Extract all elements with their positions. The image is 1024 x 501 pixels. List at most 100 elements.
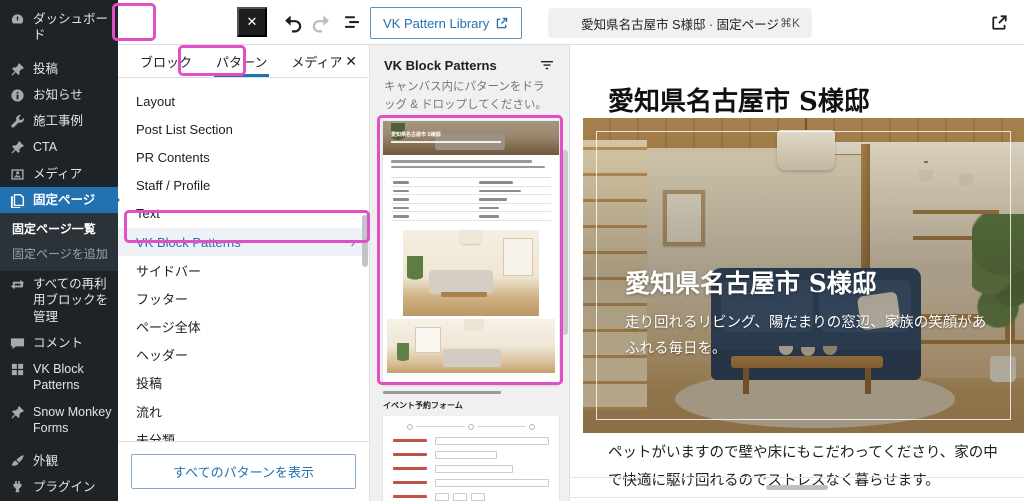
undo-icon[interactable]: [281, 11, 303, 33]
category-layout[interactable]: Layout: [118, 87, 369, 115]
pin-icon: [10, 140, 25, 155]
chevron-right-icon: ›: [351, 235, 355, 250]
post-title[interactable]: 愛知県名古屋市 S様邸: [608, 81, 870, 118]
inserter-footer: すべてのパターンを表示: [118, 441, 369, 501]
plugin-icon: [10, 480, 25, 495]
pattern2-caption-line: [383, 391, 501, 394]
show-all-patterns-button[interactable]: すべてのパターンを表示: [131, 454, 356, 489]
pin-icon: [10, 62, 25, 77]
dashboard-icon: [10, 12, 25, 27]
grid-icon: [10, 362, 25, 377]
pattern-preview-case-study[interactable]: 愛知県名古屋市 S様邸: [383, 121, 559, 385]
sidebar-item-posts[interactable]: 投稿: [0, 56, 118, 82]
inserter-tabs: ブロック パターン メディア ✕: [118, 45, 369, 78]
editor-canvas[interactable]: 愛知県名古屋市 S様邸 愛知県名古屋市 S様邸 走り回れるリビング、陽だまりの窓…: [570, 45, 1024, 501]
close-editor-button[interactable]: ✕: [237, 7, 267, 37]
sidebar-item-dashboard[interactable]: ダッシュボード: [0, 6, 118, 49]
category-post-list-section[interactable]: Post List Section: [118, 115, 369, 143]
info-icon: [10, 88, 25, 103]
category-posts[interactable]: 投稿: [118, 369, 369, 397]
sidebar-item-reusable-blocks[interactable]: すべての再利用ブロックを管理: [0, 271, 118, 330]
media-icon: [10, 167, 25, 182]
sidebar-item-label: メディア: [33, 166, 82, 182]
category-text[interactable]: Text: [118, 200, 369, 228]
form-stepper: [393, 424, 549, 430]
category-whole-page[interactable]: ページ全体: [118, 313, 369, 341]
sidebar-item-label: VK Block Patterns: [33, 361, 112, 394]
filter-icon[interactable]: [539, 57, 555, 73]
category-footer[interactable]: フッター: [118, 284, 369, 312]
tab-blocks[interactable]: ブロック: [128, 45, 204, 77]
sidebar-item-plugins[interactable]: プラグイン: [0, 474, 118, 500]
sidebar-item-appearance[interactable]: 外観: [0, 448, 118, 474]
submenu-item-page-list[interactable]: 固定ページ一覧: [0, 216, 118, 241]
sidebar-item-cta[interactable]: CTA: [0, 134, 118, 160]
sidebar-item-snow-monkey-forms[interactable]: Snow Monkey Forms: [0, 399, 118, 442]
sidebar-item-label: 施工事例: [33, 113, 83, 129]
sidebar-item-label: お知らせ: [33, 87, 83, 103]
vk-panel-header: VK Block Patterns: [370, 45, 569, 77]
block-separator: [570, 477, 1024, 478]
pattern-preview-event-form[interactable]: イベント予約フォーム: [383, 391, 559, 501]
hero-subtitle: 走り回れるリビング、陽だまりの窓辺、家族の笑顔があふれる毎日を。: [625, 310, 997, 362]
sidebar-separator: [0, 441, 118, 448]
inserter-scrollbar[interactable]: [362, 215, 368, 267]
pattern-category-list: Layout Post List Section PR Contents Sta…: [118, 78, 369, 453]
sidebar-item-media[interactable]: メディア: [0, 161, 118, 187]
wp-admin-sidebar: ダッシュボード 投稿 お知らせ 施工事例 CTA メディア 固定ページ 固定ペー…: [0, 0, 118, 501]
sidebar-item-news[interactable]: お知らせ: [0, 82, 118, 108]
category-pr-contents[interactable]: PR Contents: [118, 143, 369, 171]
vk-block-patterns-panel: VK Block Patterns キャンバス内にパターンをドラッグ & ドロッ…: [370, 45, 570, 501]
pattern-mini-photo-interior: [387, 319, 555, 373]
pages-submenu: 固定ページ一覧 固定ページを追加: [0, 213, 118, 271]
pattern-mini-table: [391, 177, 551, 221]
close-inserter-icon[interactable]: ✕: [345, 53, 357, 70]
pattern-mini-text: [383, 155, 559, 173]
category-staff-profile[interactable]: Staff / Profile: [118, 172, 369, 200]
gutenberg-editor-window: ダッシュボード 投稿 お知らせ 施工事例 CTA メディア 固定ページ 固定ペー…: [0, 0, 1024, 501]
sidebar-item-label: コメント: [33, 335, 83, 351]
category-vk-block-patterns[interactable]: VK Block Patterns ›: [118, 228, 369, 256]
document-title: 愛知県名古屋市 S様邸 · 固定ページ: [581, 14, 779, 33]
pattern-mini-hero-image: 愛知県名古屋市 S様邸: [383, 121, 559, 155]
tab-patterns[interactable]: パターン: [204, 45, 279, 77]
sidebar-item-label: 固定ページ: [33, 192, 95, 208]
wrench-icon: [10, 114, 25, 129]
view-site-icon[interactable]: [990, 13, 1012, 35]
comment-icon: [10, 336, 25, 351]
submenu-item-add-page[interactable]: 固定ページを追加: [0, 241, 118, 266]
inserter-panel: ブロック パターン メディア ✕ Layout Post List Sectio…: [118, 45, 370, 501]
sidebar-item-label: 投稿: [33, 61, 58, 77]
brush-icon: [10, 454, 25, 469]
hero-cover-block[interactable]: 愛知県名古屋市 S様邸 走り回れるリビング、陽だまりの窓辺、家族の笑顔があふれる…: [583, 118, 1024, 433]
patterns-panel-scrollbar[interactable]: [562, 150, 568, 335]
category-flow[interactable]: 流れ: [118, 397, 369, 425]
hero-title: 愛知県名古屋市 S様邸: [625, 264, 877, 300]
sidebar-item-label: Snow Monkey Forms: [33, 404, 112, 437]
redo-icon[interactable]: [311, 11, 333, 33]
vk-panel-title: VK Block Patterns: [384, 58, 497, 73]
tab-media[interactable]: メディア: [279, 45, 354, 77]
sidebar-item-works[interactable]: 施工事例: [0, 108, 118, 134]
repeat-icon: [10, 277, 25, 292]
editor-top-bar: ✕ VK Pattern Library 愛知県名古屋市 S様邸 · 固定ページ…: [118, 0, 1024, 45]
command-shortcut: ⌘K: [780, 16, 800, 30]
sidebar-item-comments[interactable]: コメント: [0, 330, 118, 356]
pattern-mini-photo-living-room: [403, 230, 539, 316]
command-center-bar[interactable]: 愛知県名古屋市 S様邸 · 固定ページ ⌘K: [548, 8, 812, 38]
category-header[interactable]: ヘッダー: [118, 341, 369, 369]
pattern-mini-hero-title: 愛知県名古屋市 S様邸: [391, 131, 441, 138]
sidebar-item-pages[interactable]: 固定ページ: [0, 187, 118, 213]
pages-icon: [10, 193, 25, 208]
category-sidebar[interactable]: サイドバー: [118, 256, 369, 284]
sidebar-item-vk-block-patterns[interactable]: VK Block Patterns: [0, 356, 118, 399]
drag-drop-instruction: キャンバス内にパターンをドラッグ & ドロップしてください。: [370, 77, 569, 115]
list-view-icon[interactable]: [341, 11, 363, 33]
sidebar-item-label: CTA: [33, 139, 57, 155]
sidebar-item-label: すべての再利用ブロックを管理: [33, 276, 112, 325]
vk-pattern-library-button[interactable]: VK Pattern Library: [370, 7, 522, 39]
pin-icon: [10, 405, 25, 420]
pattern2-form-card: [383, 416, 559, 501]
block-drag-handle[interactable]: [766, 485, 828, 490]
sidebar-item-label: プラグイン: [33, 479, 96, 495]
